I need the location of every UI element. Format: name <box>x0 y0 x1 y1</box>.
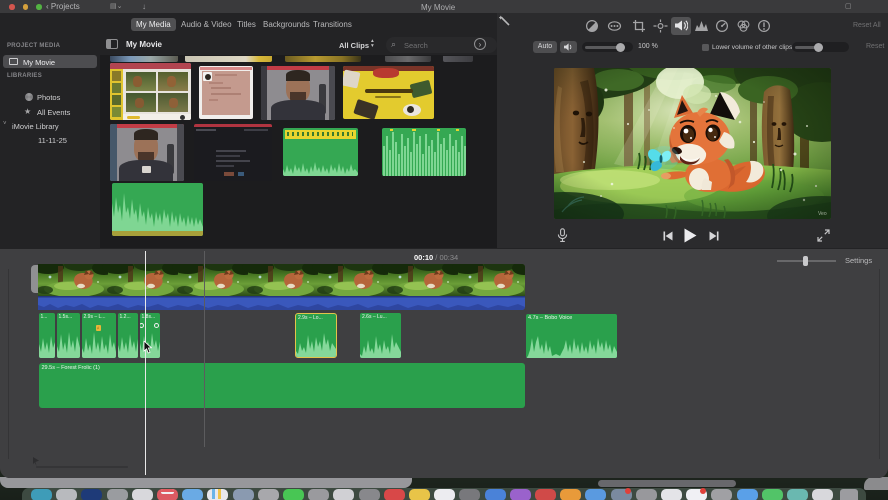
svg-text:Veo: Veo <box>818 211 827 217</box>
